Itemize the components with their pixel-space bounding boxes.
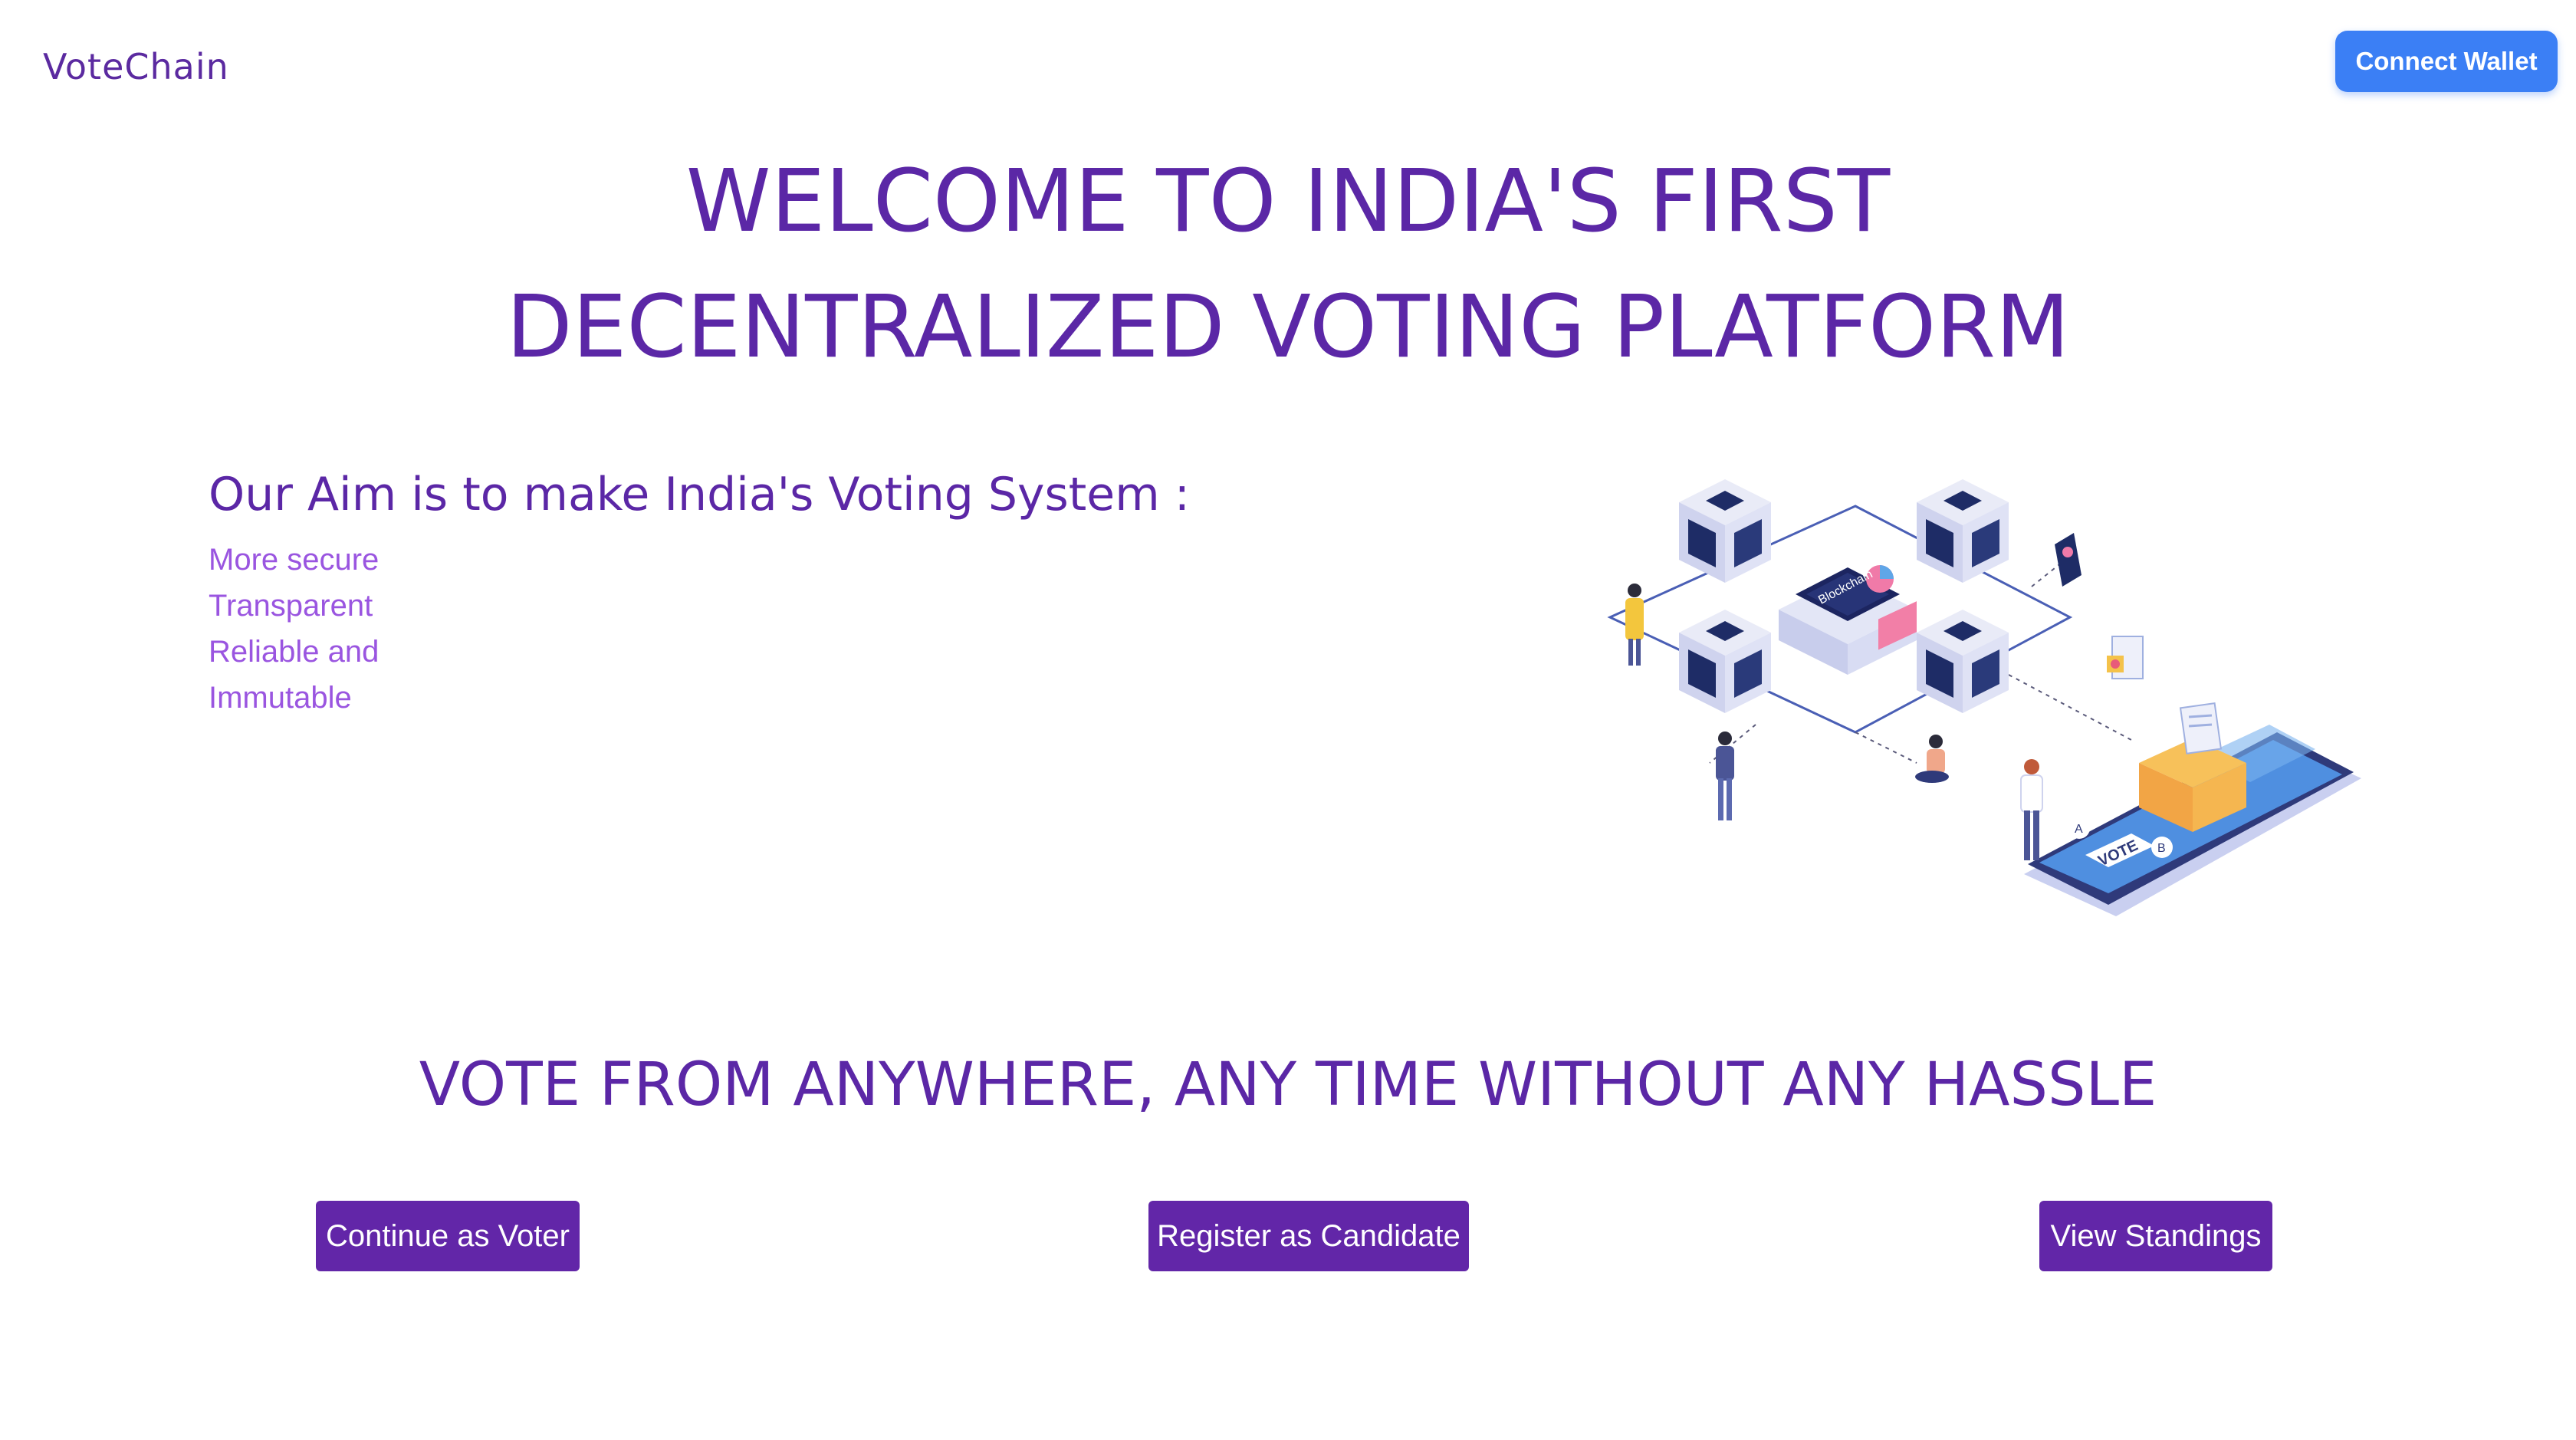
person-standing-phone [1716, 732, 1734, 820]
aim-item-reliable: Reliable and [209, 635, 380, 669]
person-yellow [1625, 584, 1644, 666]
blockchain-voting-illustration: Blockchain VOTE A B [1607, 479, 2361, 916]
option-a-label: A [2075, 823, 2083, 836]
aim-heading: Our Aim is to make India's Voting System… [209, 468, 1190, 521]
small-phone-icon [2055, 533, 2082, 587]
view-standings-button[interactable]: View Standings [2039, 1201, 2272, 1271]
tagline: VOTE FROM ANYWHERE, ANY TIME WITHOUT ANY… [419, 1050, 2157, 1119]
ballot-box-icon [2139, 702, 2246, 832]
option-b-label: B [2157, 842, 2166, 855]
hero-title-line-2: DECENTRALIZED VOTING PLATFORM [506, 278, 2070, 377]
continue-as-voter-button[interactable]: Continue as Voter [316, 1201, 580, 1271]
connect-wallet-button[interactable]: Connect Wallet [2335, 31, 2558, 92]
central-block-platform: Blockchain [1779, 565, 1917, 675]
aim-item-immutable: Immutable [209, 681, 352, 715]
server-cube-bottom-right [1917, 610, 2009, 713]
hero-title-line-1: WELCOME TO INDIA'S FIRST [685, 152, 1891, 252]
server-cube-top-left [1679, 479, 1771, 583]
register-as-candidate-button[interactable]: Register as Candidate [1148, 1201, 1469, 1271]
server-cube-bottom-left [1679, 610, 1771, 713]
page: VoteChain Connect Wallet WELCOME TO INDI… [0, 0, 2576, 1440]
brand-logo[interactable]: VoteChain [43, 46, 229, 87]
person-voting [2020, 759, 2043, 860]
aim-item-secure: More secure [209, 543, 380, 577]
server-cube-top-right [1917, 479, 2009, 583]
person-sitting [1915, 735, 1949, 783]
document-icon [2107, 636, 2144, 679]
aim-item-transparent: Transparent [209, 589, 373, 623]
aim-list: More secure Transparent Reliable and Imm… [209, 537, 379, 721]
